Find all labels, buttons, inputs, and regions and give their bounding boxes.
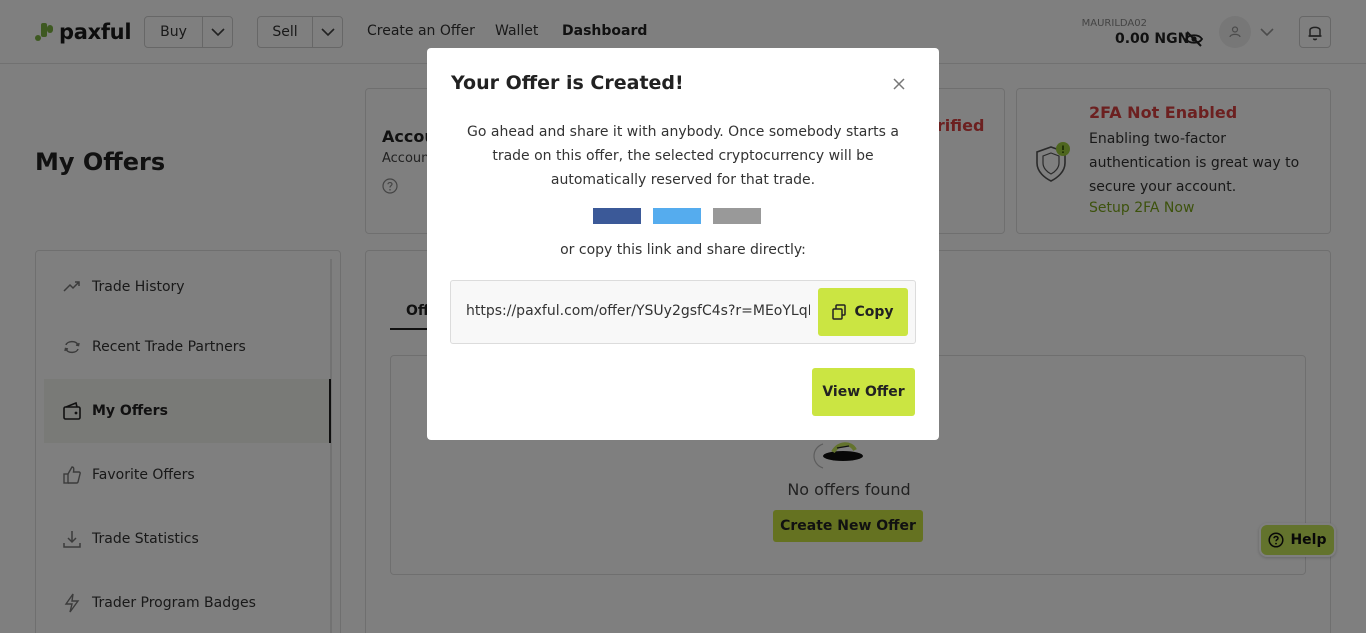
copy-link-hint: or copy this link and share directly:: [560, 242, 806, 258]
copy-button-label: Copy: [854, 304, 894, 320]
offer-created-modal: Your Offer is Created! Go ahead and shar…: [427, 48, 939, 440]
modal-description: Go ahead and share it with anybody. Once…: [467, 124, 899, 188]
modal-title: Your Offer is Created!: [451, 72, 684, 94]
view-offer-button[interactable]: View Offer: [812, 368, 915, 416]
share-facebook-button[interactable]: [593, 208, 641, 224]
copy-icon: [832, 304, 847, 320]
offer-link-field: https://paxful.com/offer/YSUy2gsfC4s?r=M…: [450, 280, 916, 344]
copy-link-button[interactable]: Copy: [818, 288, 908, 336]
share-email-button[interactable]: [713, 208, 761, 224]
share-twitter-button[interactable]: [653, 208, 701, 224]
offer-link-text[interactable]: https://paxful.com/offer/YSUy2gsfC4s?r=M…: [466, 303, 810, 319]
close-icon[interactable]: [889, 74, 909, 94]
